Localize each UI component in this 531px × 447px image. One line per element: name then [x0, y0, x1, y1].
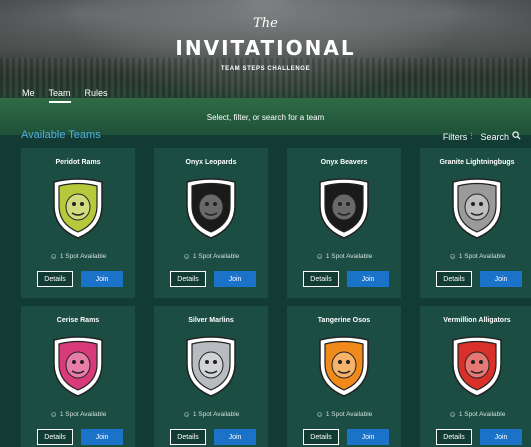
- team-name: Onyx Leopards: [185, 159, 237, 166]
- team-name: Silver Marlins: [188, 317, 234, 324]
- team-grid: Peridot Rams ☺ 1 Spot Available Details …: [21, 148, 531, 447]
- team-card[interactable]: Tangerine Osos ☺ 1 Spot Available Detail…: [287, 306, 401, 447]
- team-name: Granite Lightningbugs: [439, 159, 515, 166]
- filters-label: Filters: [442, 131, 468, 142]
- tab-me[interactable]: Me: [22, 88, 35, 103]
- card-actions: Details Join: [303, 271, 389, 287]
- person-icon: ☺: [49, 252, 58, 261]
- join-button[interactable]: Join: [347, 271, 389, 287]
- join-button[interactable]: Join: [81, 271, 123, 287]
- card-actions: Details Join: [37, 429, 123, 445]
- team-name: Tangerine Osos: [317, 317, 371, 324]
- team-card[interactable]: Cerise Rams ☺ 1 Spot Available Details J…: [21, 306, 135, 447]
- person-icon: ☺: [315, 252, 324, 261]
- search-button[interactable]: Search: [480, 131, 521, 142]
- join-button[interactable]: Join: [347, 429, 389, 445]
- team-card[interactable]: Granite Lightningbugs ☺ 1 Spot Available…: [420, 148, 531, 298]
- person-icon: ☺: [315, 410, 324, 419]
- ram-icon: [49, 176, 107, 240]
- bear-icon: [315, 334, 373, 398]
- details-button[interactable]: Details: [436, 271, 472, 287]
- section-title: Available Teams: [21, 129, 101, 141]
- card-actions: Details Join: [436, 271, 522, 287]
- team-name: Onyx Beavers: [320, 159, 368, 166]
- person-icon: ☺: [49, 410, 58, 419]
- join-button[interactable]: Join: [480, 271, 522, 287]
- team-card[interactable]: Peridot Rams ☺ 1 Spot Available Details …: [21, 148, 135, 298]
- card-actions: Details Join: [303, 429, 389, 445]
- card-actions: Details Join: [37, 271, 123, 287]
- join-button[interactable]: Join: [214, 429, 256, 445]
- person-icon: ☺: [448, 410, 457, 419]
- page-subtitle: Select, filter, or search for a team: [206, 113, 325, 122]
- team-card[interactable]: Onyx Beavers ☺ 1 Spot Available Details …: [287, 148, 401, 298]
- details-button[interactable]: Details: [37, 429, 73, 445]
- spots-available: ☺ 1 Spot Available: [154, 252, 268, 261]
- spots-available: ☺ 1 Spot Available: [287, 252, 401, 261]
- title-subheading: TEAM STEPS CHALLENGE: [220, 66, 311, 72]
- team-name: Cerise Rams: [56, 317, 100, 324]
- spots-label: 1 Spot Available: [59, 411, 107, 418]
- spots-label: 1 Spot Available: [192, 253, 240, 260]
- spots-label: 1 Spot Available: [325, 253, 373, 260]
- spots-label: 1 Spot Available: [192, 411, 240, 418]
- leopard-icon: [182, 176, 240, 240]
- details-button[interactable]: Details: [170, 429, 206, 445]
- title-invitational: INVITATIONAL: [175, 36, 356, 60]
- card-actions: Details Join: [170, 271, 256, 287]
- join-button[interactable]: Join: [81, 429, 123, 445]
- details-button[interactable]: Details: [303, 429, 339, 445]
- spots-available: ☺ 1 Spot Available: [21, 252, 135, 261]
- team-card[interactable]: Silver Marlins ☺ 1 Spot Available Detail…: [154, 306, 268, 447]
- spots-label: 1 Spot Available: [458, 411, 506, 418]
- title-the: The: [253, 16, 278, 31]
- details-button[interactable]: Details: [37, 271, 73, 287]
- nav-tabs: Me Team Rules: [22, 88, 122, 103]
- lightningbug-icon: [448, 176, 506, 240]
- details-button[interactable]: Details: [170, 271, 206, 287]
- join-button[interactable]: Join: [480, 429, 522, 445]
- toolbar: Filters ⫶ Search: [443, 131, 521, 142]
- beaver-icon: [315, 176, 373, 240]
- spots-available: ☺ 1 Spot Available: [420, 410, 531, 419]
- search-icon: [512, 131, 521, 142]
- spots-label: 1 Spot Available: [325, 411, 373, 418]
- spots-available: ☺ 1 Spot Available: [420, 252, 531, 261]
- team-name: Peridot Rams: [55, 159, 101, 166]
- person-icon: ☺: [182, 252, 191, 261]
- card-actions: Details Join: [436, 429, 522, 445]
- card-actions: Details Join: [170, 429, 256, 445]
- spots-available: ☺ 1 Spot Available: [154, 410, 268, 419]
- spots-label: 1 Spot Available: [458, 253, 506, 260]
- details-button[interactable]: Details: [303, 271, 339, 287]
- team-name: Vermillion Alligators: [443, 317, 511, 324]
- person-icon: ☺: [182, 410, 191, 419]
- team-card[interactable]: Onyx Leopards ☺ 1 Spot Available Details…: [154, 148, 268, 298]
- details-button[interactable]: Details: [436, 429, 472, 445]
- tab-rules[interactable]: Rules: [85, 88, 108, 103]
- alligator-icon: [448, 334, 506, 398]
- team-card[interactable]: Vermillion Alligators ☺ 1 Spot Available…: [420, 306, 531, 447]
- search-label: Search: [480, 131, 509, 142]
- spots-available: ☺ 1 Spot Available: [287, 410, 401, 419]
- tab-team[interactable]: Team: [48, 88, 71, 103]
- ram-icon: [49, 334, 107, 398]
- marlin-icon: [182, 334, 240, 398]
- spots-available: ☺ 1 Spot Available: [21, 410, 135, 419]
- person-icon: ☺: [448, 252, 457, 261]
- filter-icon: ⫶: [470, 131, 473, 141]
- join-button[interactable]: Join: [214, 271, 256, 287]
- spots-label: 1 Spot Available: [59, 253, 107, 260]
- filters-button[interactable]: Filters ⫶: [443, 131, 473, 142]
